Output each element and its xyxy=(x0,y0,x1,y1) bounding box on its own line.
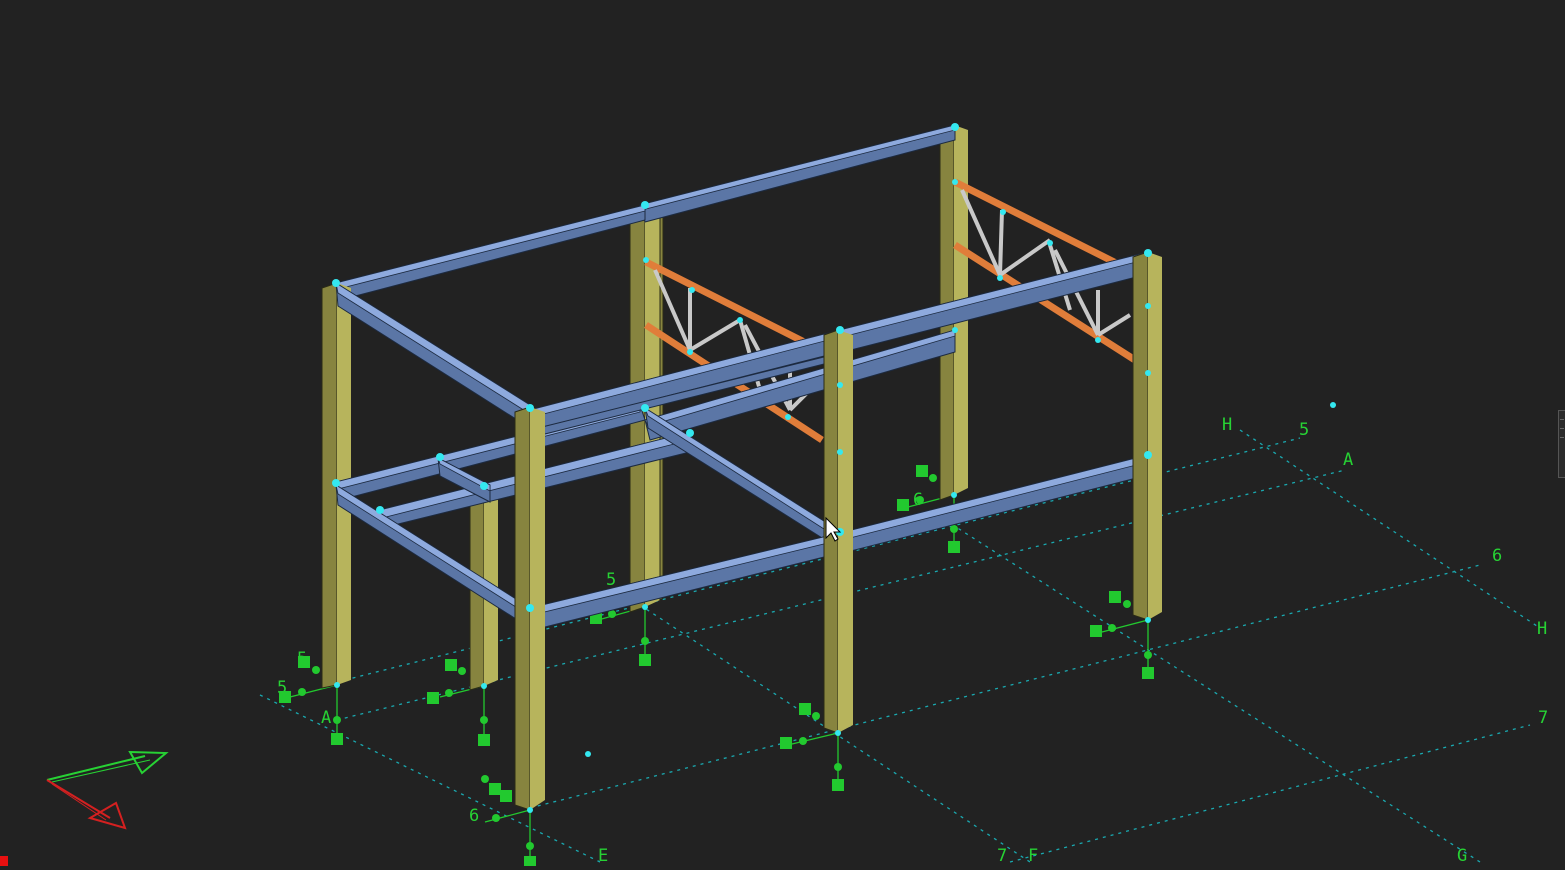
grid-label-6-right: 6 xyxy=(1492,546,1502,566)
grid-label-6-left: 6 xyxy=(469,806,479,826)
grid-label-h-right: H xyxy=(1537,619,1547,639)
loose-node xyxy=(1330,402,1336,408)
ucs-axis-icon xyxy=(47,752,166,828)
3d-model-viewport[interactable]: H 5 A 6 H 7 G F 7 E 6 A 5 5 6 5 xyxy=(0,0,1565,866)
grid-label-7-right: 7 xyxy=(1538,708,1548,728)
grid-label-5-right: 5 xyxy=(1299,420,1309,440)
support-symbol xyxy=(590,607,651,666)
status-marker xyxy=(0,856,8,866)
grid-label-a-right: A xyxy=(1343,450,1353,470)
model-canvas[interactable]: H 5 A 6 H 7 G F 7 E 6 A 5 5 6 5 xyxy=(0,0,1565,866)
grid-label-f-bottom: F xyxy=(1028,846,1038,866)
grid-label-e-bottom: E xyxy=(598,846,608,866)
grid-label-h-top: H xyxy=(1222,415,1232,435)
grid-label-7-bottom: 7 xyxy=(997,846,1007,866)
grid-label-g-bottom: G xyxy=(1457,846,1467,866)
grid-label-a-left: A xyxy=(321,708,331,728)
loose-node xyxy=(585,751,591,757)
side-panel-handle[interactable] xyxy=(1558,410,1565,478)
